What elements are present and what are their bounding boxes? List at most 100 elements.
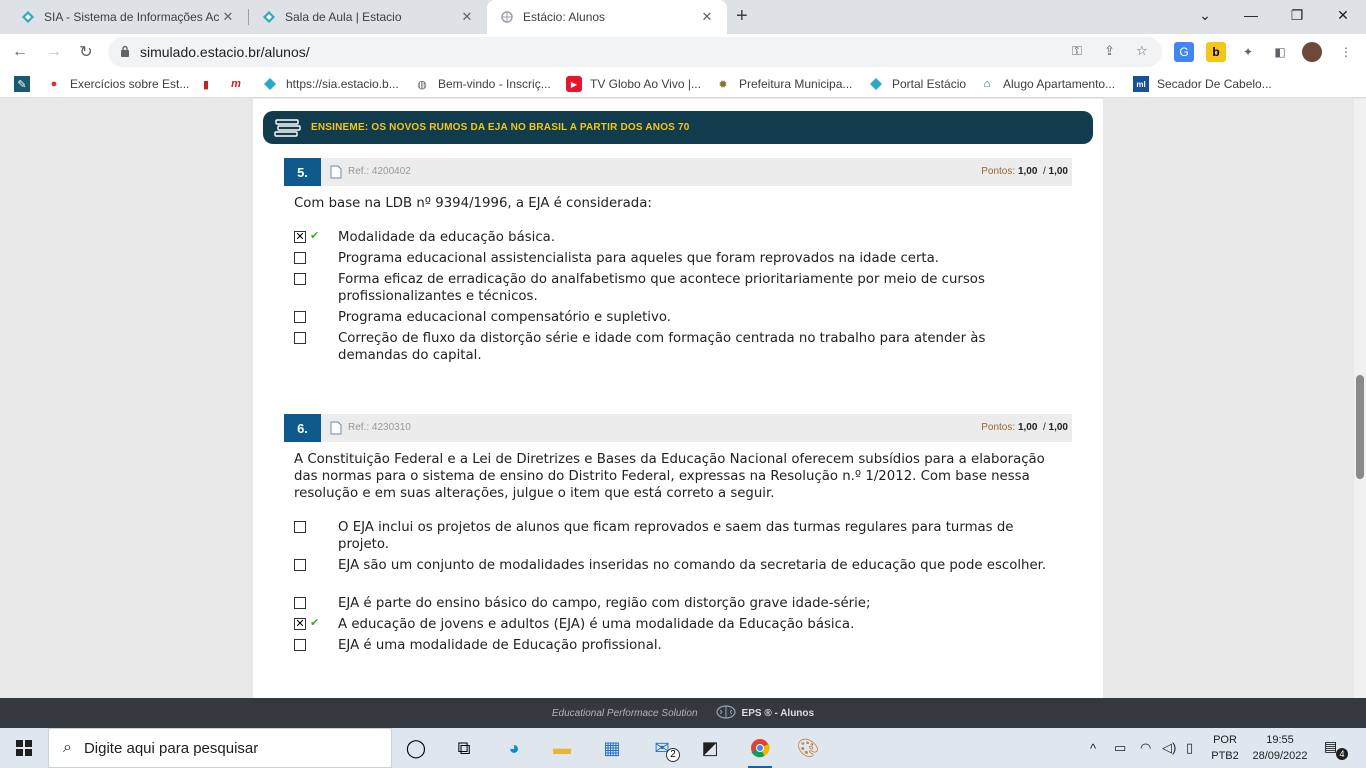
tray-chevron-icon[interactable]: ^ [1090, 728, 1096, 768]
question-statement: Com base na LDB nº 9394/1996, a EJA é co… [294, 196, 652, 211]
correct-check-icon: ✔ [310, 617, 320, 629]
windows-taskbar: ⌕ Digite aqui para pesquisar ◯ ⧉ ◕ ▬ ▦ ✉… [0, 728, 1366, 768]
sticky-notes-icon[interactable]: ◩ [688, 732, 732, 764]
bookmark-label: https://sia.estacio.b... [286, 77, 399, 91]
task-view-icon[interactable]: ⧉ [442, 732, 486, 764]
tab-estacio-alunos[interactable]: Estácio: Alunos ✕ [487, 0, 727, 34]
extensions-puzzle-icon[interactable]: ✦ [1238, 42, 1258, 62]
books-icon [274, 118, 301, 137]
battery-saver-icon[interactable]: ▭ [1114, 728, 1126, 768]
checkbox[interactable] [294, 597, 306, 609]
battery-icon[interactable]: ▯ [1186, 728, 1193, 768]
correct-check-icon: ✔ [310, 230, 320, 242]
url-text: simulado.estacio.br/alunos/ [140, 44, 310, 60]
globe-icon: ◍ [417, 78, 427, 91]
language-indicator[interactable]: POR PTB2 [1208, 732, 1242, 764]
house-icon: ⌂ [983, 78, 991, 90]
bookmark-small-icon: ▮ [202, 78, 210, 91]
store-icon[interactable]: ▦ [590, 732, 634, 764]
restore-icon[interactable]: ❐ [1274, 0, 1320, 30]
close-tab-icon[interactable]: ✕ [459, 9, 475, 25]
new-tab-button[interactable]: + [736, 5, 748, 28]
profile-avatar[interactable] [1302, 42, 1322, 62]
volume-icon[interactable]: ◁) [1162, 728, 1176, 768]
paint-icon[interactable]: 🎨︎ [786, 732, 830, 764]
points-max: 1,00 [1048, 422, 1068, 433]
forward-icon[interactable]: → [42, 40, 66, 64]
address-bar[interactable]: simulado.estacio.br/alunos/ [108, 37, 1162, 67]
checked-checkbox[interactable]: ✕ [294, 231, 306, 243]
question-points: Pontos: 1,00 / 1,00 [981, 166, 1068, 177]
taskbar-search-input[interactable]: ⌕ Digite aqui para pesquisar [48, 728, 392, 768]
share-icon[interactable]: ⇪ [1104, 43, 1115, 59]
bookmark-prefeitura[interactable]: ✹ Prefeitura Municipa... [715, 74, 852, 94]
checkbox[interactable] [294, 332, 306, 344]
bookmark-exercicios[interactable]: ● Exercícios sobre Est... [46, 74, 190, 94]
footer-brand: EPS ® - Alunos [715, 704, 814, 722]
bookmark-bem-vindo[interactable]: ◍ Bem-vindo - Inscriç... [414, 74, 551, 94]
wifi-icon[interactable]: ◠ [1140, 728, 1151, 768]
tab-sala-de-aula[interactable]: Sala de Aula | Estacio ✕ [249, 0, 487, 34]
checkbox[interactable] [294, 639, 306, 651]
checkbox[interactable] [294, 559, 306, 571]
brain-icon [715, 704, 736, 722]
page-footer: Educational Performace Solution EPS ® - … [0, 698, 1366, 728]
back-icon[interactable]: ← [8, 40, 32, 64]
chrome-icon[interactable] [738, 732, 782, 768]
bookmark-label: Exercícios sobre Est... [70, 77, 190, 91]
points-value: 1,00 [1017, 422, 1038, 433]
bookmark-m[interactable]: m [228, 74, 252, 94]
document-icon [330, 421, 342, 435]
bookmark-label: TV Globo Ao Vivo |... [590, 77, 701, 91]
keyboard-layout: PTB2 [1211, 750, 1239, 762]
checkbox[interactable] [294, 311, 306, 323]
tab-title: Sala de Aula | Estacio [285, 10, 402, 24]
system-clock[interactable]: 19:55 28/09/2022 [1248, 732, 1312, 764]
bookmark-label: Portal Estácio [892, 77, 967, 91]
close-window-icon[interactable]: ✕ [1320, 0, 1366, 30]
edge-icon[interactable]: ◕ [492, 732, 536, 764]
estacio-diamond-icon [868, 76, 884, 92]
close-tab-icon[interactable]: ✕ [699, 9, 715, 25]
points-value: 1,00 [1017, 166, 1038, 177]
scrollbar-thumb[interactable] [1356, 375, 1364, 479]
bookmark-alugo[interactable]: ⌂ Alugo Apartamento... [979, 74, 1115, 94]
minimize-icon[interactable]: — [1228, 0, 1274, 30]
menu-dots-icon[interactable]: ⋮ [1336, 42, 1356, 62]
file-explorer-icon[interactable]: ▬ [540, 732, 584, 764]
reload-icon[interactable]: ↻ [74, 40, 98, 64]
windows-start-icon[interactable] [0, 728, 48, 768]
option-text: Correção de fluxo da distorção série e i… [338, 331, 986, 363]
bookmark-secador[interactable]: ml Secador De Cabelo... [1133, 74, 1272, 94]
option-text: A educação de jovens e adultos (EJA) é u… [338, 617, 855, 632]
page-scrollbar[interactable] [1354, 99, 1366, 698]
question-number: 6. [284, 414, 321, 442]
bookmark-apps[interactable]: ✎ [14, 74, 38, 94]
cortana-icon[interactable]: ◯ [394, 732, 438, 764]
checkbox[interactable] [294, 521, 306, 533]
browser-toolbar: ← → ↻ simulado.estacio.br/alunos/ ⚿ ⇪ ☆ … [0, 34, 1366, 70]
points-label: Pontos: [981, 166, 1016, 177]
mail-icon[interactable]: ✉ 2 [640, 732, 684, 764]
translate-extension-icon[interactable]: G [1174, 42, 1194, 62]
tomato-icon: ● [50, 78, 58, 90]
tab-search-icon[interactable]: ⌄ [1182, 0, 1228, 30]
clock-time: 19:55 [1266, 734, 1294, 746]
checkbox[interactable] [294, 252, 306, 264]
option-text: O EJA inclui os projetos de alunos que f… [338, 520, 1014, 552]
bookmark-tv-globo[interactable]: ▶ TV Globo Ao Vivo |... [566, 74, 701, 94]
bookmark-small[interactable]: ▮ [198, 74, 222, 94]
checked-checkbox[interactable]: ✕ [294, 618, 306, 630]
tab-sia[interactable]: SIA - Sistema de Informações Ac ✕ [8, 0, 248, 34]
bookmark-star-icon[interactable]: ☆ [1136, 43, 1148, 59]
bookmark-portal-estacio[interactable]: Portal Estácio [868, 74, 966, 94]
side-panel-icon[interactable]: ◧ [1270, 42, 1290, 62]
notifications-icon[interactable]: ▤ 4 [1324, 738, 1348, 760]
feather-icon: ✎ [14, 76, 30, 92]
b-extension-icon[interactable]: b [1206, 42, 1226, 62]
lock-icon[interactable] [120, 44, 130, 60]
bookmark-sia[interactable]: https://sia.estacio.b... [262, 74, 399, 94]
key-icon[interactable]: ⚿ [1072, 43, 1082, 59]
checkbox[interactable] [294, 273, 306, 285]
close-tab-icon[interactable]: ✕ [220, 9, 236, 25]
